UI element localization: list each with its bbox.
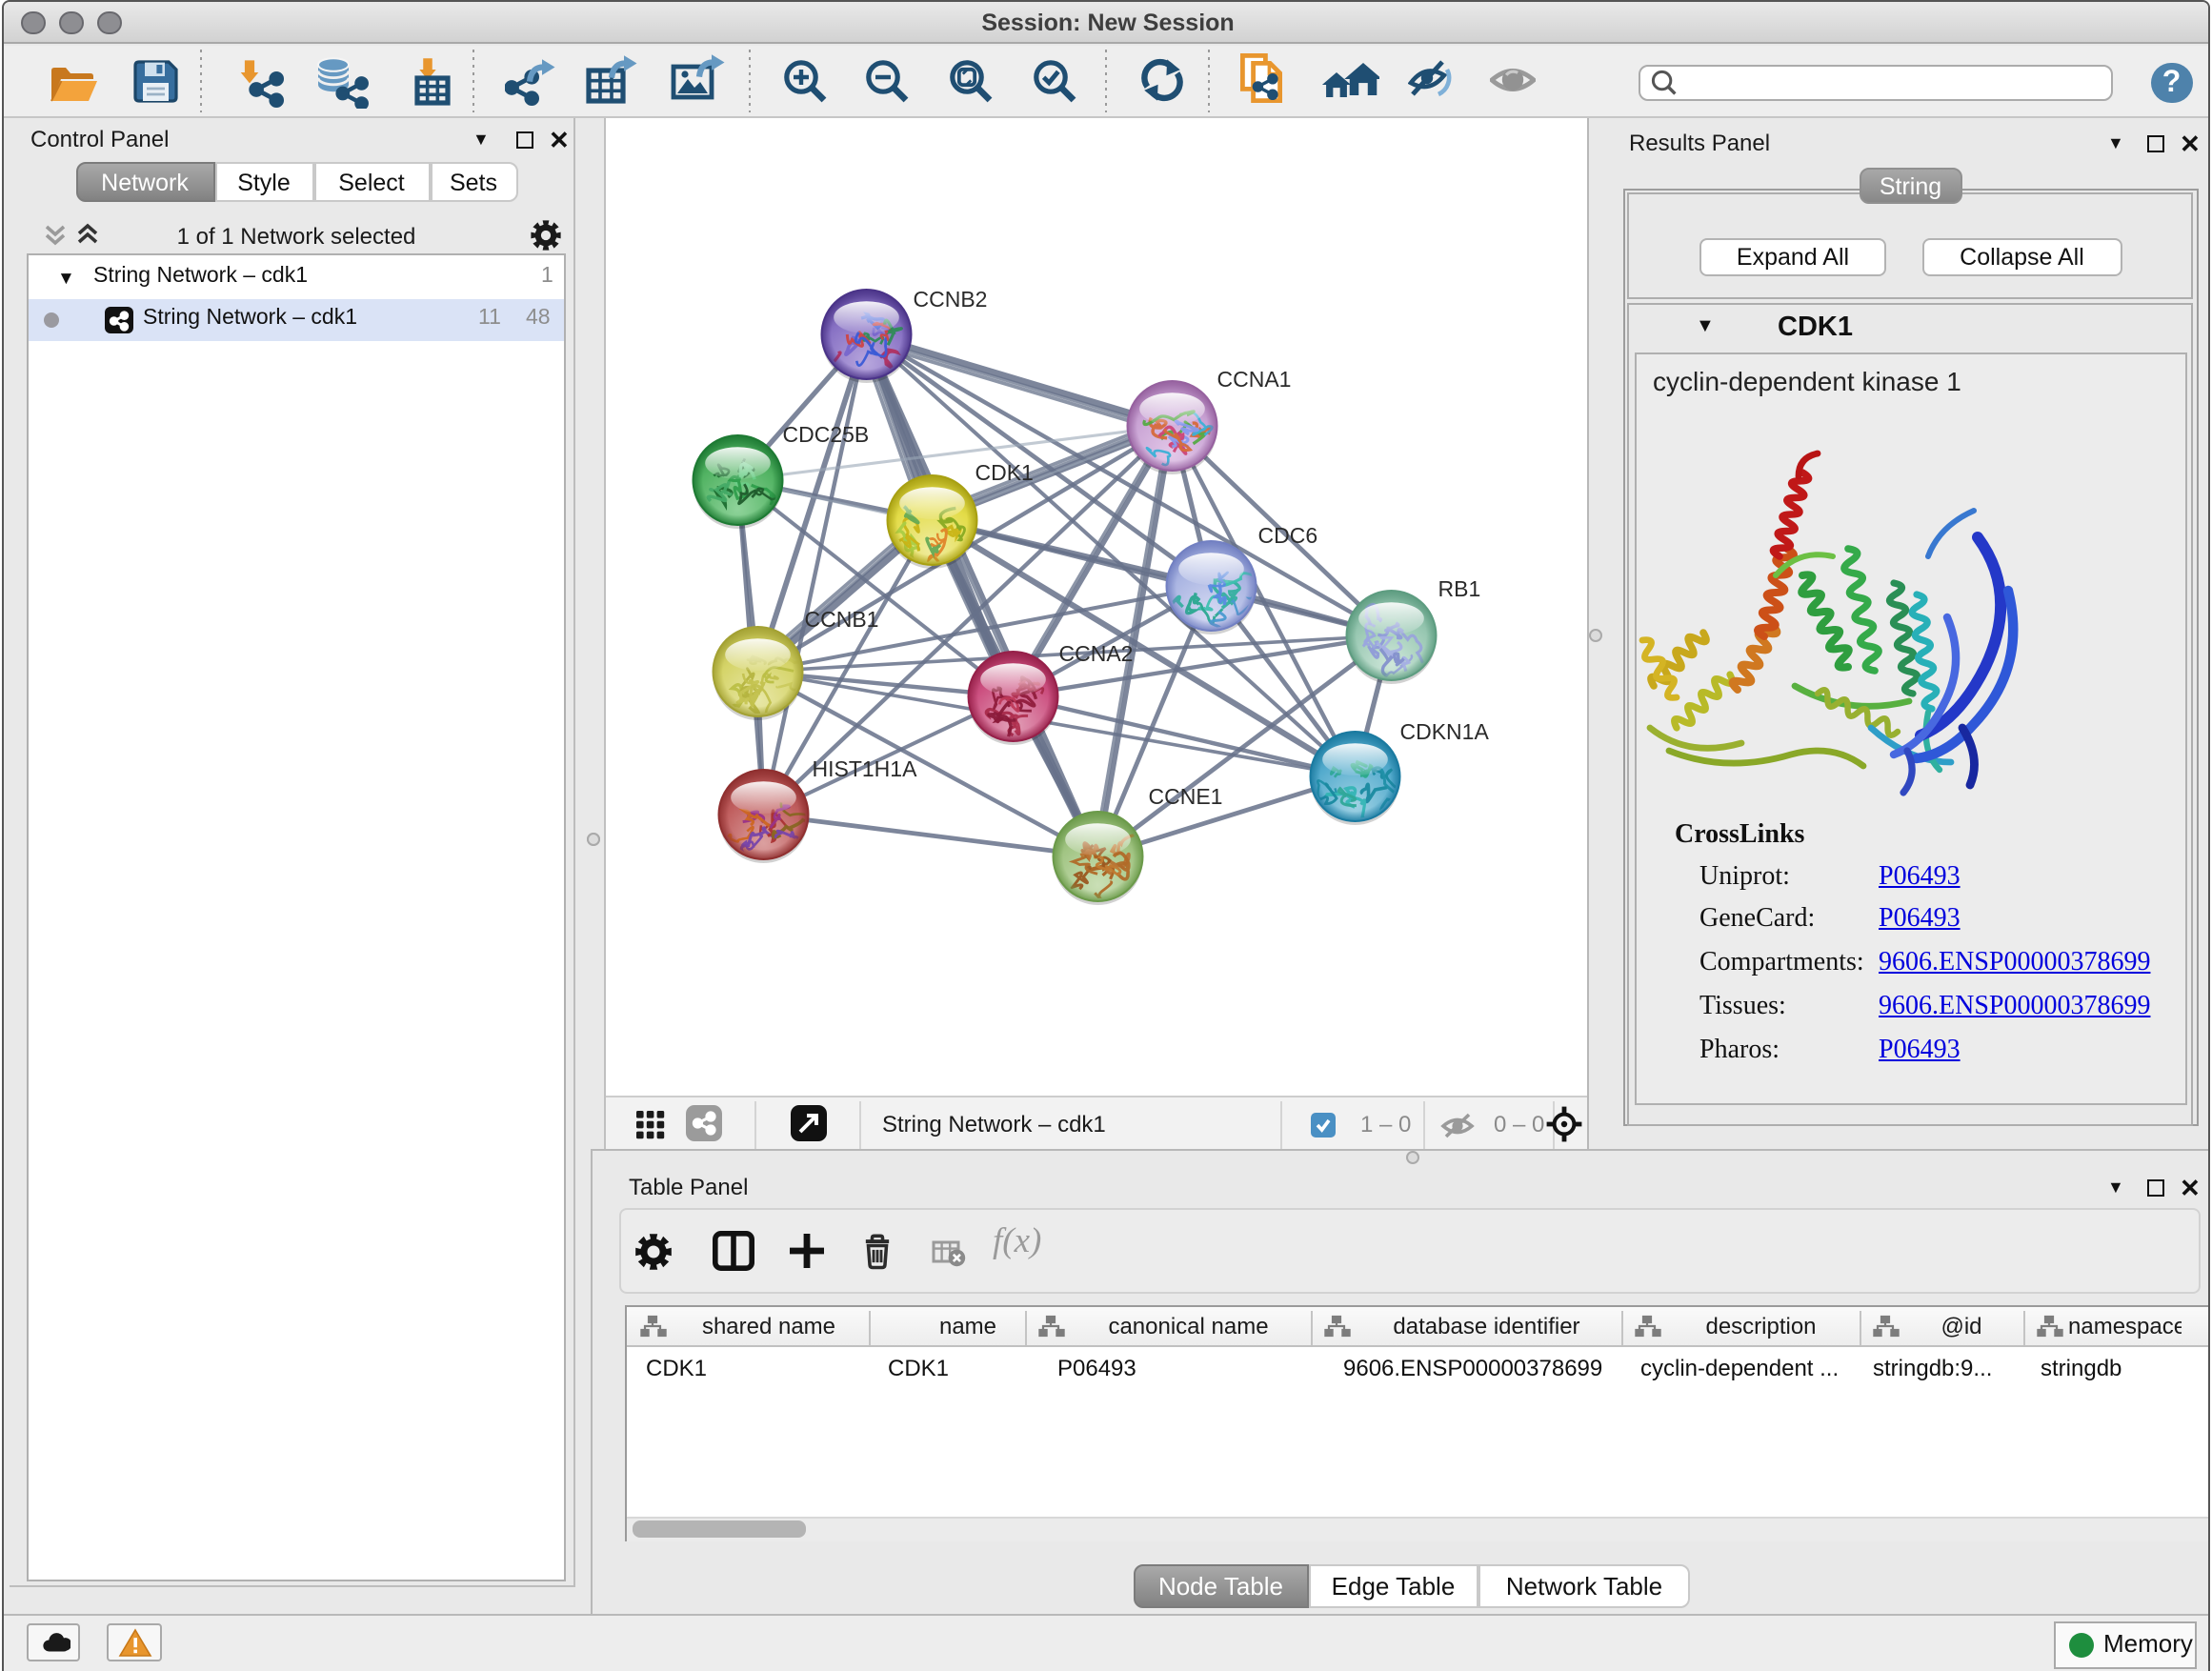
svg-text:CCNB1: CCNB1: [805, 607, 879, 632]
svg-text:CCNA1: CCNA1: [1217, 367, 1292, 392]
svg-text:HIST1H1A: HIST1H1A: [813, 756, 918, 781]
svg-text:CDKN1A: CDKN1A: [1400, 719, 1490, 744]
svg-text:RB1: RB1: [1438, 576, 1481, 601]
svg-text:CDC6: CDC6: [1258, 523, 1318, 548]
svg-text:CCNB2: CCNB2: [914, 287, 988, 312]
svg-text:CCNE1: CCNE1: [1149, 784, 1223, 809]
svg-text:CDK1: CDK1: [975, 460, 1034, 485]
svg-text:CCNA2: CCNA2: [1059, 641, 1134, 666]
svg-text:CDC25B: CDC25B: [783, 422, 870, 447]
